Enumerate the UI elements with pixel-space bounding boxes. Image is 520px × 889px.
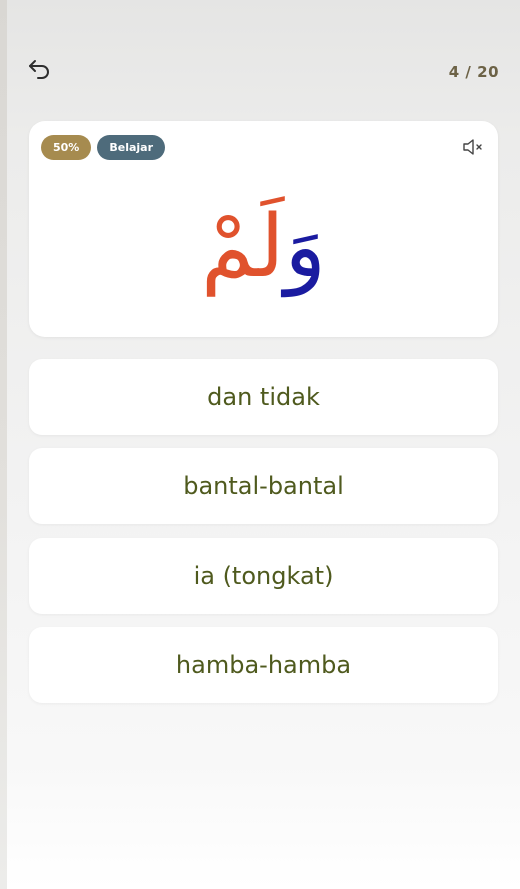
left-edge-strip [0, 0, 7, 889]
page: 4 / 20 50% Belajar وَ لَمْ dan tidak bant… [0, 0, 520, 889]
progress-counter: 4 / 20 [448, 63, 499, 81]
answer-option[interactable]: hamba-hamba [29, 627, 498, 703]
speaker-muted-icon [463, 139, 482, 155]
word-card: 50% Belajar وَ لَمْ [29, 121, 498, 337]
arabic-word-part-2: لَمْ [201, 197, 285, 297]
mute-button[interactable] [462, 137, 484, 157]
arabic-word: وَ لَمْ [29, 167, 498, 327]
top-bar: 4 / 20 [7, 44, 520, 96]
undo-arrow-icon [29, 60, 49, 79]
badge-row: 50% Belajar [41, 135, 165, 160]
percent-badge: 50% [41, 135, 92, 160]
mode-badge: Belajar [97, 135, 165, 160]
answer-option[interactable]: ia (tongkat) [29, 538, 498, 614]
answer-option[interactable]: dan tidak [29, 359, 498, 435]
answer-option[interactable]: bantal-bantal [29, 448, 498, 524]
arabic-word-part-1: وَ [284, 197, 326, 297]
back-button[interactable] [25, 54, 55, 84]
